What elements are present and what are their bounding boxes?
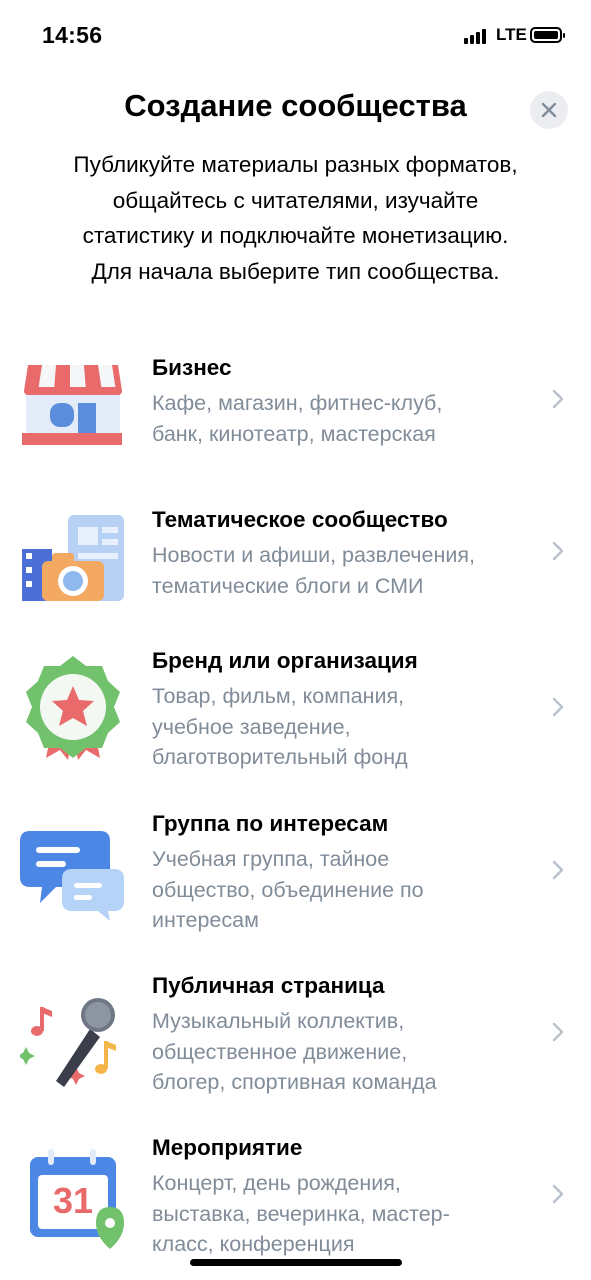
description-line: Товар, фильм, компания,: [152, 684, 405, 708]
description-line: Учебная группа, тайное: [152, 847, 390, 871]
item-title: Бизнес: [152, 355, 232, 380]
description-line: Новости и афиши, развлечения,: [152, 543, 475, 567]
item-description: Музыкальный коллектив, общественное движ…: [152, 1006, 532, 1098]
community-type-event[interactable]: 31 Мероприятие Концерт, день рождения, в…: [0, 1135, 591, 1260]
close-icon: [541, 102, 557, 118]
description-line: тематические блоги и СМИ: [152, 573, 424, 598]
item-title: Бренд или организация: [152, 648, 418, 673]
item-description: Кафе, магазин, фитнес-клуб, банк, киноте…: [152, 388, 532, 449]
description-line: учебное заведение,: [152, 714, 351, 739]
item-description: Концерт, день рождения, выставка, вечери…: [152, 1168, 532, 1260]
community-type-brand[interactable]: Бренд или организация Товар, фильм, комп…: [0, 648, 591, 788]
chat-bubbles-icon: [20, 831, 124, 921]
page-title: Создание сообщества: [124, 88, 467, 123]
calendar-icon: 31: [20, 1145, 126, 1251]
chevron-right-icon: [552, 541, 564, 561]
item-description: Учебная группа, тайное общество, объедин…: [152, 844, 532, 936]
description-line: выставка, вечеринка, мастер-: [152, 1201, 450, 1226]
community-type-public-page[interactable]: Публичная страница Музыкальный коллектив…: [0, 973, 591, 1113]
subtitle-line: Публикуйте материалы разных форматов,: [73, 152, 518, 177]
item-title: Мероприятие: [152, 1135, 303, 1160]
community-type-interest-group[interactable]: Группа по интересам Учебная группа, тайн…: [0, 811, 591, 951]
home-indicator[interactable]: [190, 1259, 402, 1266]
chevron-right-icon: [552, 1184, 564, 1204]
description-line: банк, кинотеатр, мастерская: [152, 421, 436, 446]
subtitle-line: общайтесь с читателями, изучайте: [112, 187, 479, 213]
status-time: 14:56: [42, 22, 103, 48]
media-icon: [22, 515, 124, 601]
item-description: Новости и афиши, развлечения, тематическ…: [152, 540, 532, 601]
description-line: Концерт, день рождения,: [152, 1171, 401, 1195]
description-line: блогер, спортивная команда: [152, 1070, 437, 1094]
item-title: Тематическое сообщество: [152, 507, 448, 532]
microphone-icon: [20, 998, 116, 1087]
signal-icon: [464, 28, 490, 44]
chevron-right-icon: [552, 1022, 564, 1042]
community-type-business[interactable]: Бизнес Кафе, магазин, фитнес-клуб, банк,…: [0, 355, 591, 465]
description-line: Кафе, магазин, фитнес-клуб,: [152, 391, 443, 415]
subtitle-line: Для начала выберите тип сообщества.: [91, 258, 500, 284]
chevron-right-icon: [552, 860, 564, 880]
description-line: интересам: [152, 908, 259, 932]
chevron-right-icon: [552, 697, 564, 717]
page-subtitle: Публикуйте материалы разных форматов, об…: [30, 147, 561, 289]
description-line: Музыкальный коллектив,: [152, 1009, 405, 1033]
item-title: Группа по интересам: [152, 811, 389, 836]
network-label: LTE: [496, 25, 527, 44]
shop-icon: [22, 365, 122, 445]
description-line: благотворительный фонд: [152, 745, 408, 769]
award-icon: [26, 656, 120, 760]
description-line: общество, объединение по: [152, 877, 424, 902]
description-line: класс, конференция: [152, 1232, 355, 1256]
battery-icon: [530, 27, 565, 43]
item-description: Товар, фильм, компания, учебное заведени…: [152, 681, 532, 773]
calendar-day: 31: [52, 1180, 94, 1221]
item-title: Публичная страница: [152, 973, 385, 998]
chevron-right-icon: [552, 389, 564, 409]
close-button[interactable]: [530, 91, 568, 129]
description-line: общественное движение,: [152, 1039, 408, 1064]
subtitle-line: статистику и подключайте монетизацию.: [82, 223, 509, 248]
status-bar: 14:56 LTE: [0, 0, 591, 72]
community-type-thematic[interactable]: Тематическое сообщество Новости и афиши,…: [0, 507, 591, 617]
